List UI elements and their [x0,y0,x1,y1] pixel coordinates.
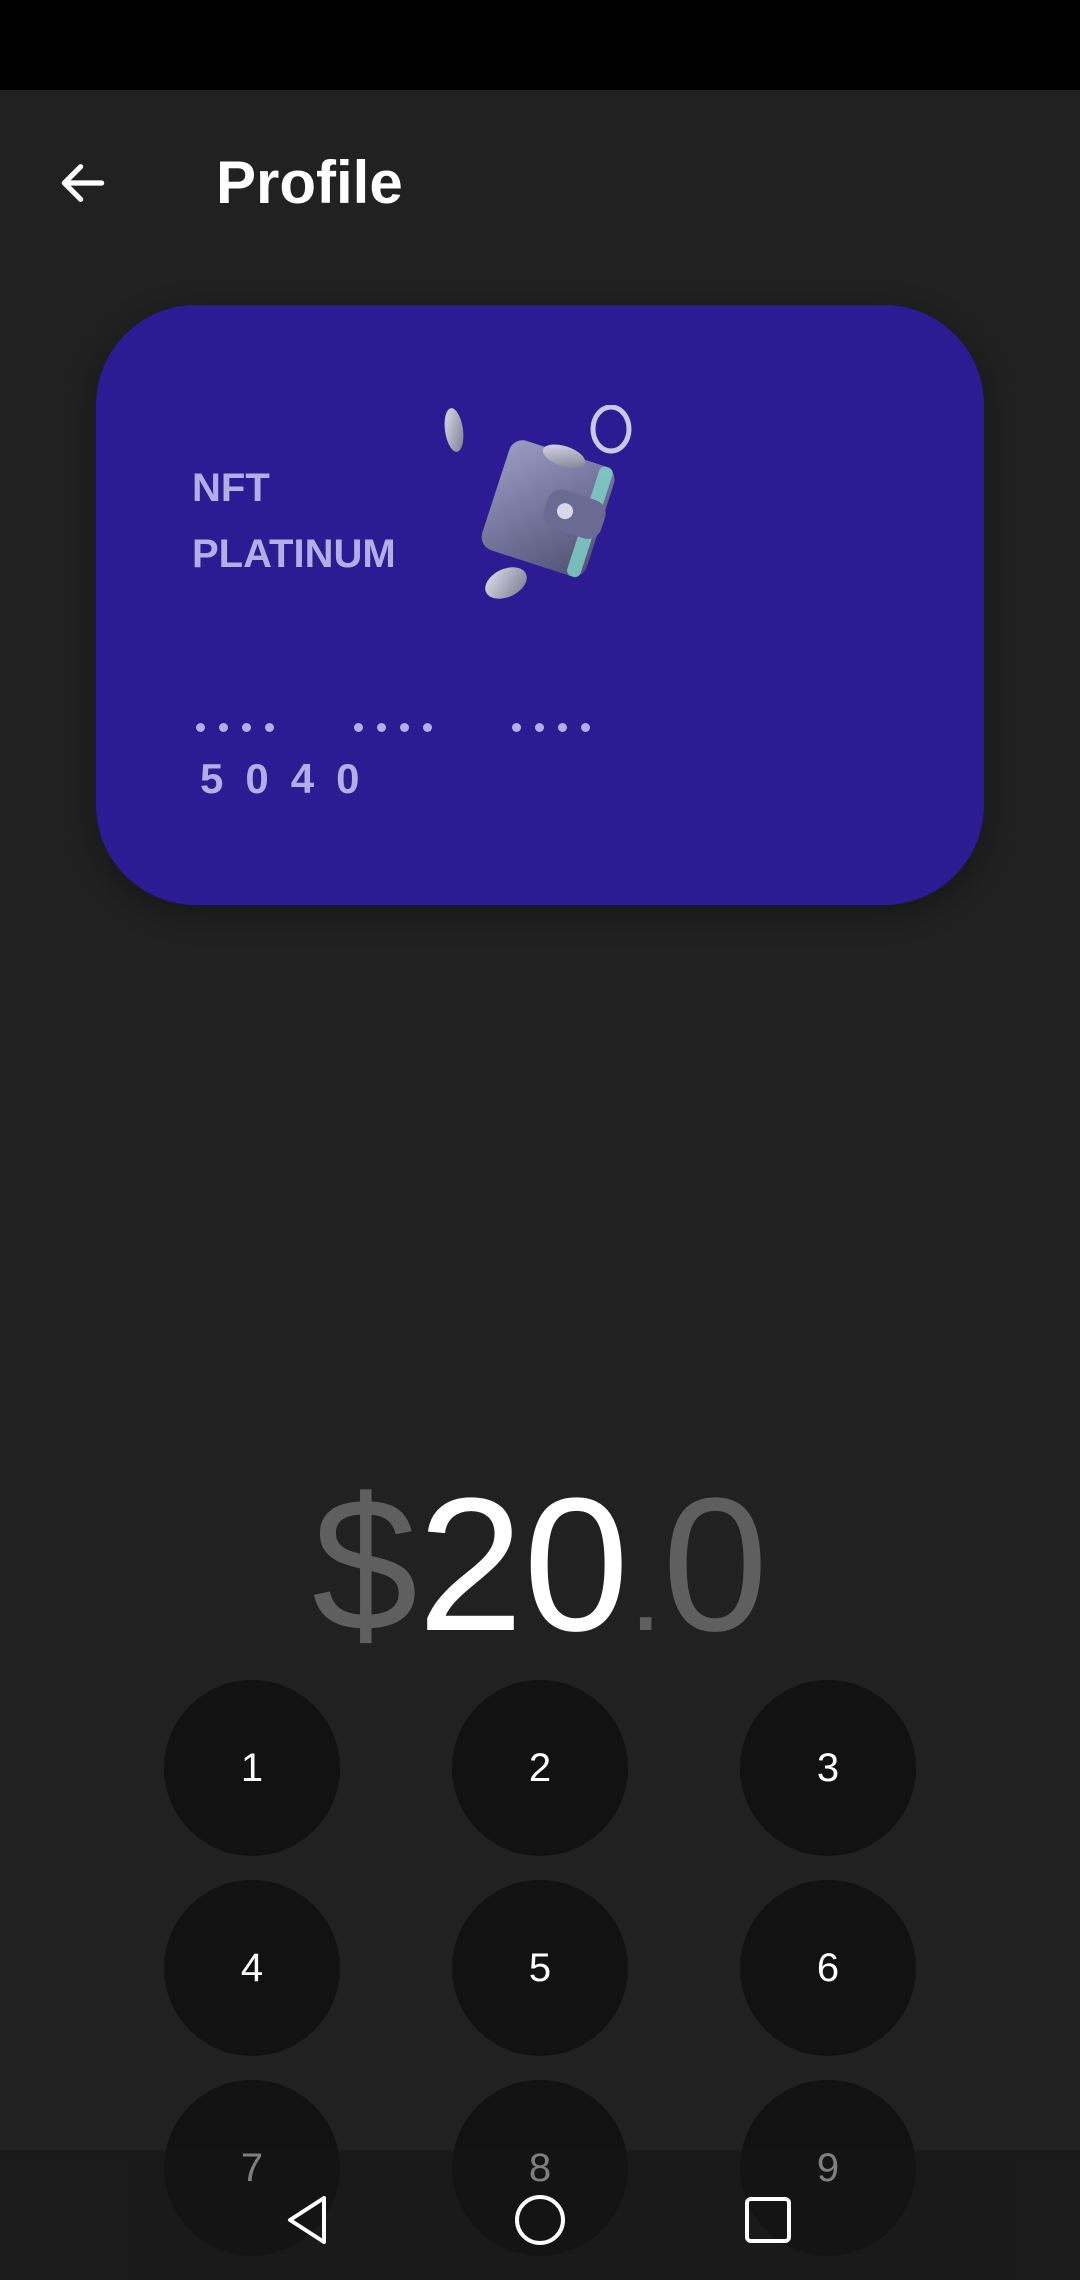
status-bar [0,0,1080,90]
system-back-button[interactable] [268,2180,348,2260]
card-tier: NFT PLATINUM [192,455,396,587]
card-tier-line1: NFT [192,466,270,510]
back-button[interactable] [40,140,126,226]
system-recents-button[interactable] [728,2180,808,2260]
payment-card[interactable]: NFT PLATINUM 5040 [96,305,984,905]
key-1[interactable]: 1 [164,1680,340,1856]
key-6[interactable]: 6 [740,1880,916,2056]
page-title: Profile [216,149,403,216]
amount-fraction: 0 [662,1459,769,1671]
app-bar: Profile [0,90,1080,260]
card-last4: 5040 [200,755,382,802]
system-home-button[interactable] [500,2180,580,2260]
amount-whole: 20 [417,1459,629,1671]
key-3[interactable]: 3 [740,1680,916,1856]
amount-currency: $ [311,1459,418,1671]
wallet-with-coins-icon [444,405,632,599]
masked-group [196,723,274,732]
card-tier-line2: PLATINUM [192,532,396,576]
key-4[interactable]: 4 [164,1880,340,2056]
masked-group [354,723,432,732]
system-navigation-bar [0,2150,1080,2280]
masked-group [512,723,590,732]
triangle-back-icon [288,2196,326,2244]
arrow-left-icon [61,164,105,202]
key-5[interactable]: 5 [452,1880,628,2056]
amount-separator: . [629,1522,663,1656]
circle-home-icon [515,2195,565,2245]
square-recents-icon [745,2197,791,2243]
key-2[interactable]: 2 [452,1680,628,1856]
amount-display: $ 20 . 0 [0,1465,1080,1665]
card-masked-digits [196,723,590,732]
